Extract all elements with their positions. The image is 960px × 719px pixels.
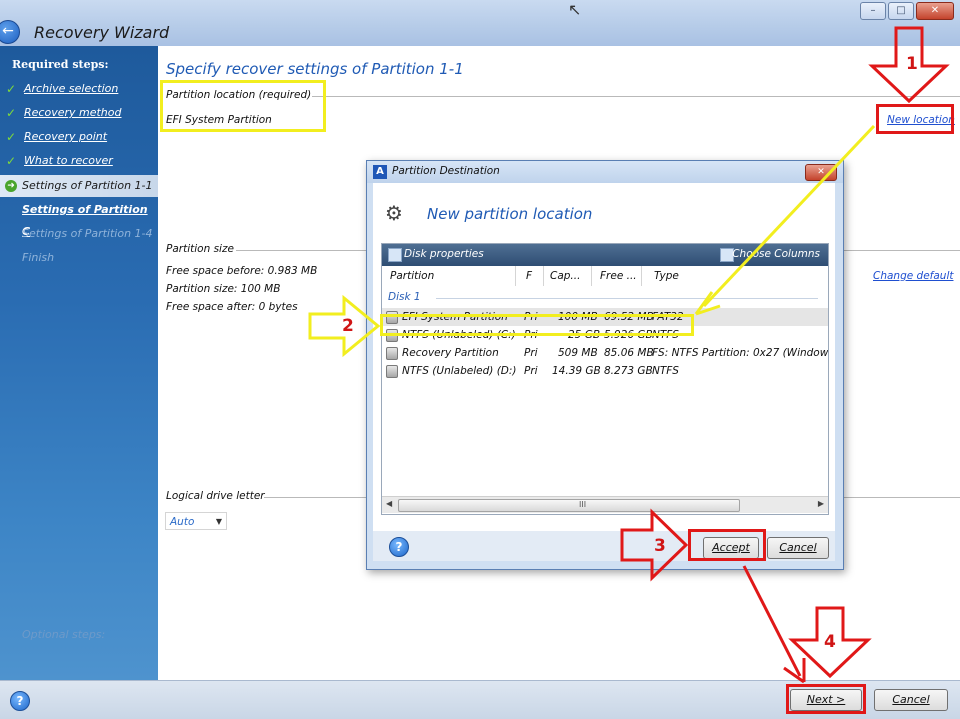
annotation-badge-1: 1 bbox=[906, 54, 918, 74]
yellow-connector-line bbox=[702, 124, 876, 308]
annotation-badge-4: 4 bbox=[824, 632, 836, 652]
annotation-arrows bbox=[308, 26, 950, 684]
red-connector-line bbox=[742, 565, 802, 677]
annotation-badge-2: 2 bbox=[342, 316, 354, 336]
annotation-badge-3: 3 bbox=[654, 536, 666, 556]
